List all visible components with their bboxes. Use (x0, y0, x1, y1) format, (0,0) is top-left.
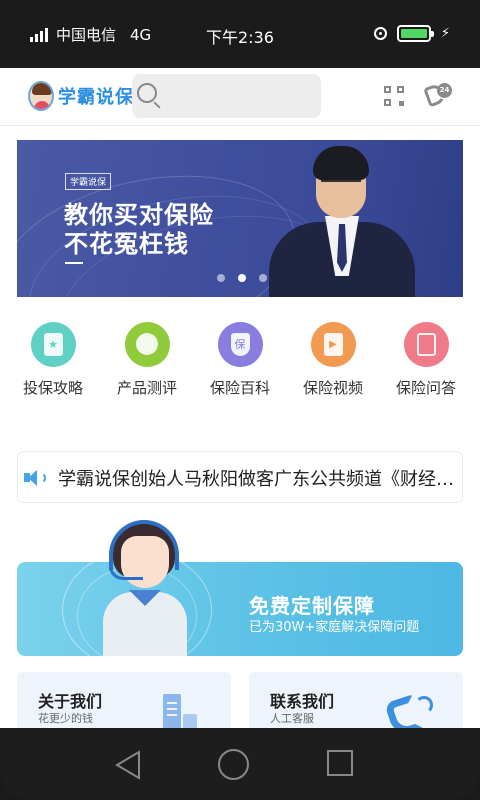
carousel-dot[interactable] (259, 274, 267, 282)
customer-service-agent-illustration (95, 520, 195, 656)
phone-frame: 中国电信 4G 下午2:36 ⚡ 学霸说保 24 学霸说保 教你买对保险 不花冤… (0, 0, 480, 800)
app-logo[interactable]: 学霸说保 (28, 81, 134, 111)
carousel-dot-active[interactable] (238, 274, 246, 282)
news-ticker-text: 学霸说保创始人马秋阳做客广东公共频道《财经郎眼》 (58, 469, 456, 490)
app-screen: 学霸说保 24 学霸说保 教你买对保险 不花冤枉钱 ★ 投保攻略 产品测评 保 … (0, 68, 480, 728)
custom-plan-title: 免费定制保障 (249, 594, 375, 618)
search-icon (137, 83, 157, 103)
banner-dash (65, 262, 83, 264)
category-label: 保险视频 (302, 379, 363, 397)
card-title: 关于我们 (38, 692, 103, 711)
logo-avatar-icon (28, 81, 54, 111)
custom-plan-subtitle: 已为30W+家庭解决保障问题 (249, 620, 420, 635)
news-ticker[interactable]: 学霸说保创始人马秋阳做客广东公共频道《财经郎眼》 (17, 451, 463, 503)
building-icon (163, 694, 199, 728)
custom-plan-banner[interactable]: 免费定制保障 已为30W+家庭解决保障问题 (17, 520, 463, 670)
back-icon[interactable] (114, 750, 142, 780)
carousel-dot[interactable] (217, 274, 225, 282)
category-video[interactable]: ▶ 保险视频 (293, 322, 373, 398)
category-guide[interactable]: ★ 投保攻略 (13, 322, 93, 398)
category-wiki[interactable]: 保 保险百科 (200, 322, 280, 398)
card-subtitle: 人工客服 (270, 712, 314, 725)
banner-tag: 学霸说保 (65, 173, 112, 190)
presenter-photo (269, 144, 419, 297)
qr-scan-icon[interactable] (384, 86, 404, 106)
card-title: 联系我们 (270, 692, 335, 711)
phone-call-icon (384, 690, 441, 728)
carousel-dots (217, 274, 267, 282)
category-label: 投保攻略 (22, 379, 83, 397)
card-subtitle: 花更少的钱 (38, 712, 93, 725)
hotline-24-icon[interactable]: 24 (423, 82, 452, 108)
battery-icon (396, 25, 434, 42)
qa-icon (403, 322, 449, 367)
category-label: 保险问答 (395, 379, 456, 397)
app-name: 学霸说保 (58, 87, 134, 108)
top-bar: 学霸说保 24 (0, 68, 480, 126)
shield-bao-icon: 保 (217, 322, 263, 367)
star-card-icon: ★ (30, 322, 76, 367)
charging-icon: ⚡ (440, 26, 450, 41)
system-nav-bar (0, 728, 480, 800)
home-icon[interactable] (218, 749, 249, 780)
banner-subheadline: 不花冤枉钱 (64, 230, 189, 258)
category-qa[interactable]: 保险问答 (386, 322, 466, 398)
category-review[interactable]: 产品测评 (107, 322, 187, 398)
status-bar: 中国电信 4G 下午2:36 ⚡ (0, 0, 480, 68)
category-label: 保险百科 (209, 379, 270, 397)
recent-apps-icon[interactable] (327, 750, 353, 776)
video-icon: ▶ (310, 322, 356, 367)
contact-us-card[interactable]: 联系我们 人工客服 (249, 672, 463, 728)
hero-banner[interactable]: 学霸说保 教你买对保险 不花冤枉钱 (17, 140, 463, 297)
category-grid: ★ 投保攻略 产品测评 保 保险百科 ▶ 保险视频 保险问答 (0, 322, 480, 402)
search-input[interactable] (132, 74, 321, 118)
alarm-icon (373, 27, 387, 40)
category-label: 产品测评 (116, 379, 177, 397)
about-us-card[interactable]: 关于我们 花更少的钱 (17, 672, 231, 728)
status-right: ⚡ (373, 25, 450, 42)
chart-icon (124, 322, 170, 367)
speaker-icon (24, 469, 48, 487)
